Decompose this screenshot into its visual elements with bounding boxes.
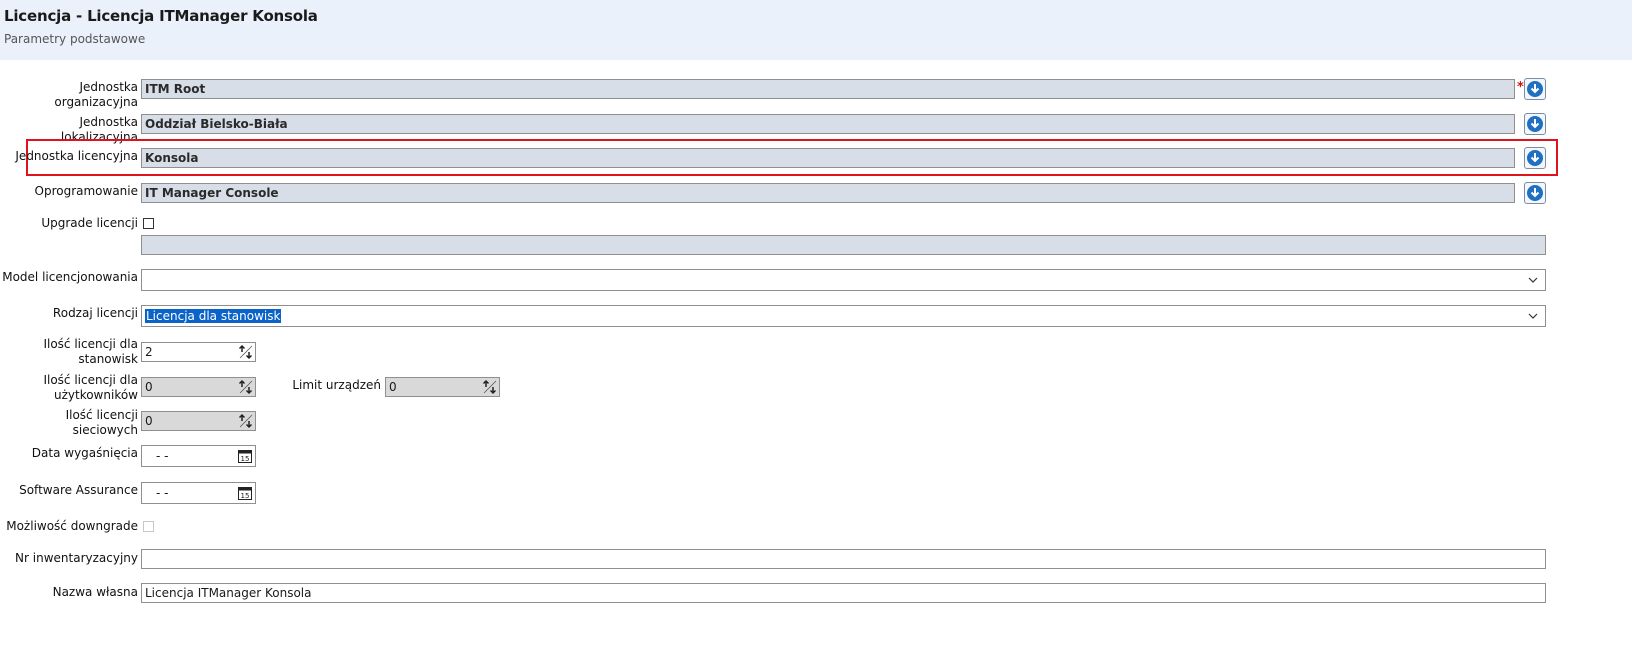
own-name-label: Nazwa własna xyxy=(52,585,138,599)
type-select[interactable]: Licencja dla stanowisk xyxy=(141,305,1546,327)
expiry-date-value: - - xyxy=(156,449,169,463)
section-subtitle: Parametry podstawowe xyxy=(4,32,146,46)
lic-unit-field[interactable]: Konsola xyxy=(141,148,1515,168)
own-name-field[interactable]: Licencja ITManager Konsola xyxy=(141,583,1546,603)
software-lookup-button[interactable] xyxy=(1524,182,1546,204)
qty-users-spinner: 0 xyxy=(141,377,256,397)
qty-users-label-line2: użytkowników xyxy=(53,388,138,402)
qty-users-label: Ilość licencji dla użytkowników xyxy=(0,373,138,403)
device-limit-spinner: 0 xyxy=(385,377,500,397)
assurance-date-field[interactable]: - - 15 xyxy=(141,482,256,504)
spin-arrows-icon[interactable] xyxy=(238,344,254,360)
downgrade-checkbox xyxy=(143,521,154,532)
arrow-down-circle-icon xyxy=(1527,150,1543,166)
arrow-down-circle-icon xyxy=(1527,185,1543,201)
device-limit-value: 0 xyxy=(389,380,397,394)
downgrade-label: Możliwość downgrade xyxy=(6,519,138,533)
chevron-down-icon xyxy=(1528,313,1538,319)
upgrade-source-field xyxy=(141,235,1546,255)
lic-unit-lookup-button[interactable] xyxy=(1524,147,1546,169)
calendar-icon[interactable]: 15 xyxy=(238,449,252,463)
qty-users-label-line1: Ilość licencji dla xyxy=(43,373,138,387)
org-unit-label: Jednostka organizacyjna xyxy=(54,80,138,109)
page-header: Licencja - Licencja ITManager Konsola Pa… xyxy=(0,0,1632,60)
expiry-label: Data wygaśnięcia xyxy=(31,446,138,460)
org-unit-field[interactable]: ITM Root xyxy=(141,79,1515,99)
loc-unit-field[interactable]: Oddział Bielsko-Biała xyxy=(141,114,1515,134)
qty-stations-spinner[interactable]: 2 xyxy=(141,342,256,362)
inventory-label: Nr inwentaryzacyjny xyxy=(15,551,138,565)
spin-arrows-icon xyxy=(482,379,497,395)
software-label: Oprogramowanie xyxy=(34,184,139,198)
qty-stations-label-line2: stanowisk xyxy=(78,352,138,366)
qty-network-spinner: 0 xyxy=(141,411,256,431)
page-title: Licencja - Licencja ITManager Konsola xyxy=(4,7,318,25)
upgrade-checkbox[interactable] xyxy=(143,218,154,229)
svg-text:15: 15 xyxy=(241,492,250,500)
qty-network-value: 0 xyxy=(145,414,153,428)
inventory-field[interactable] xyxy=(141,549,1546,569)
lic-unit-label: Jednostka licencyjna xyxy=(15,149,138,163)
calendar-icon[interactable]: 15 xyxy=(238,486,252,500)
chevron-down-icon xyxy=(1528,277,1538,283)
qty-stations-label: Ilość licencji dla stanowisk xyxy=(0,337,138,367)
software-field[interactable]: IT Manager Console xyxy=(141,183,1515,203)
type-select-value: Licencja dla stanowisk xyxy=(145,309,282,323)
qty-users-value: 0 xyxy=(145,380,153,394)
loc-unit-lookup-button[interactable] xyxy=(1524,113,1546,135)
spin-arrows-icon xyxy=(238,413,253,429)
model-select[interactable] xyxy=(141,269,1546,291)
expiry-date-field[interactable]: - - 15 xyxy=(141,445,256,467)
assurance-date-value: - - xyxy=(156,486,169,500)
qty-stations-value: 2 xyxy=(145,345,153,359)
upgrade-label: Upgrade licencji xyxy=(41,216,138,230)
qty-network-label: Ilość licencji sieciowych xyxy=(65,408,138,437)
model-label: Model licencjonowania xyxy=(2,270,138,284)
assurance-label: Software Assurance xyxy=(19,483,138,497)
org-unit-lookup-button[interactable] xyxy=(1524,78,1546,100)
arrow-down-circle-icon xyxy=(1527,116,1543,132)
type-label: Rodzaj licencji xyxy=(52,306,138,320)
arrow-down-circle-icon xyxy=(1527,81,1543,97)
required-marker: * xyxy=(1517,80,1524,95)
device-limit-label: Limit urządzeń xyxy=(292,378,381,392)
svg-text:15: 15 xyxy=(241,455,250,463)
qty-stations-label-line1: Ilość licencji dla xyxy=(43,337,138,351)
